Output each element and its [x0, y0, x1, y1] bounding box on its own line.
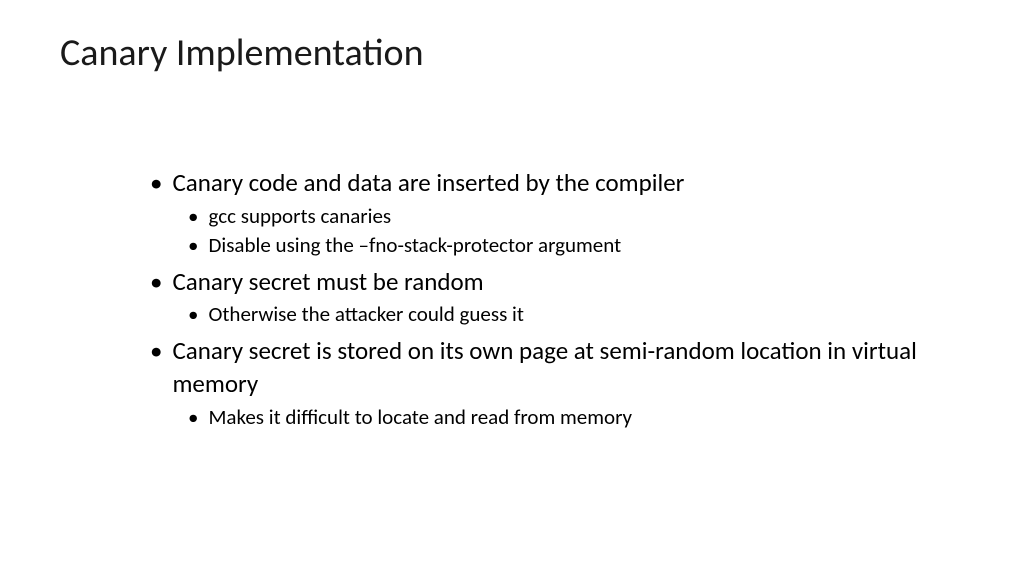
list-item: Disable using the –fno-stack-protector a…: [188, 231, 964, 260]
slide: Canary Implementation Canary code and da…: [0, 0, 1024, 576]
bullet-text: Disable using the –fno-stack-protector a…: [208, 231, 621, 260]
list-item: Canary secret must be random Otherwise t…: [150, 265, 964, 330]
list-item: Canary secret is stored on its own page …: [150, 334, 964, 433]
bullet-text: Canary code and data are inserted by the…: [172, 166, 684, 200]
bullet-text: Makes it difficult to locate and read fr…: [208, 403, 632, 432]
slide-content: Canary code and data are inserted by the…: [60, 166, 964, 433]
sub-bullet-list: Makes it difficult to locate and read fr…: [150, 403, 964, 432]
list-item: Otherwise the attacker could guess it: [188, 300, 964, 329]
bullet-list: Canary code and data are inserted by the…: [150, 166, 964, 433]
bullet-text: Canary secret is stored on its own page …: [172, 334, 964, 402]
list-item: Canary code and data are inserted by the…: [150, 166, 964, 261]
bullet-text: Otherwise the attacker could guess it: [208, 300, 523, 329]
sub-bullet-list: Otherwise the attacker could guess it: [150, 300, 964, 329]
bullet-text: gcc supports canaries: [208, 202, 391, 231]
list-item: gcc supports canaries: [188, 202, 964, 231]
bullet-text: Canary secret must be random: [172, 265, 483, 299]
list-item: Makes it difficult to locate and read fr…: [188, 403, 964, 432]
slide-title: Canary Implementation: [60, 30, 964, 76]
sub-bullet-list: gcc supports canaries Disable using the …: [150, 202, 964, 261]
